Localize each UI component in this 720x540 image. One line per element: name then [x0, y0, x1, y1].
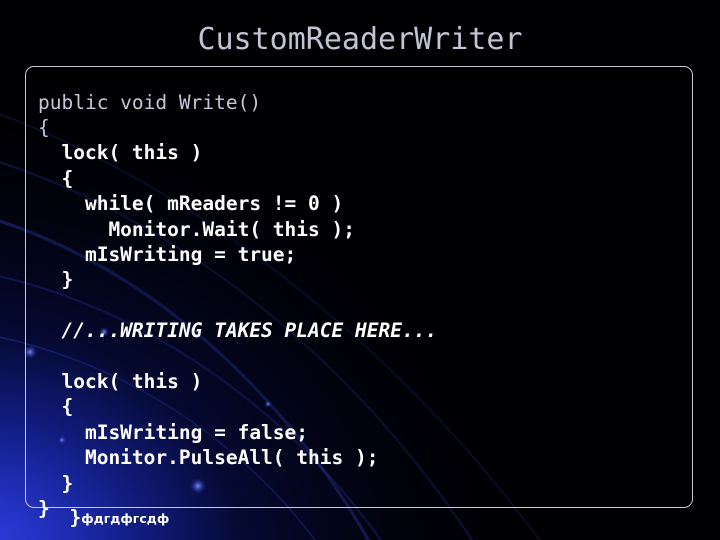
code-line: { [38, 166, 74, 190]
code-line: Monitor.Wait( this ); [38, 217, 355, 241]
code-line: Monitor.PulseAll( this ); [38, 446, 379, 470]
trailing-note: }фдгдфгсдф [31, 487, 170, 540]
code-line: { [38, 395, 74, 419]
trailing-cyrillic-text: фдгдфгсдф [81, 511, 170, 526]
code-line: mIsWriting = false; [38, 420, 309, 444]
page-title: CustomReaderWriter [197, 22, 523, 57]
code-line: while( mReaders != 0 ) [38, 192, 344, 216]
code-line: mIsWriting = true; [38, 242, 297, 266]
trailing-brace: } [69, 506, 82, 529]
code-block: public void Write(){ lock( this ) { whil… [38, 90, 688, 522]
code-line: public void Write() [38, 90, 262, 114]
code-line: //...WRITING TAKES PLACE HERE... [38, 319, 438, 343]
code-line: lock( this ) [38, 369, 203, 393]
code-line: { [38, 115, 50, 139]
code-line: lock( this ) [38, 141, 203, 165]
code-line: } [38, 268, 74, 292]
slide-canvas: CustomReaderWriter public void Write(){ … [0, 0, 720, 540]
